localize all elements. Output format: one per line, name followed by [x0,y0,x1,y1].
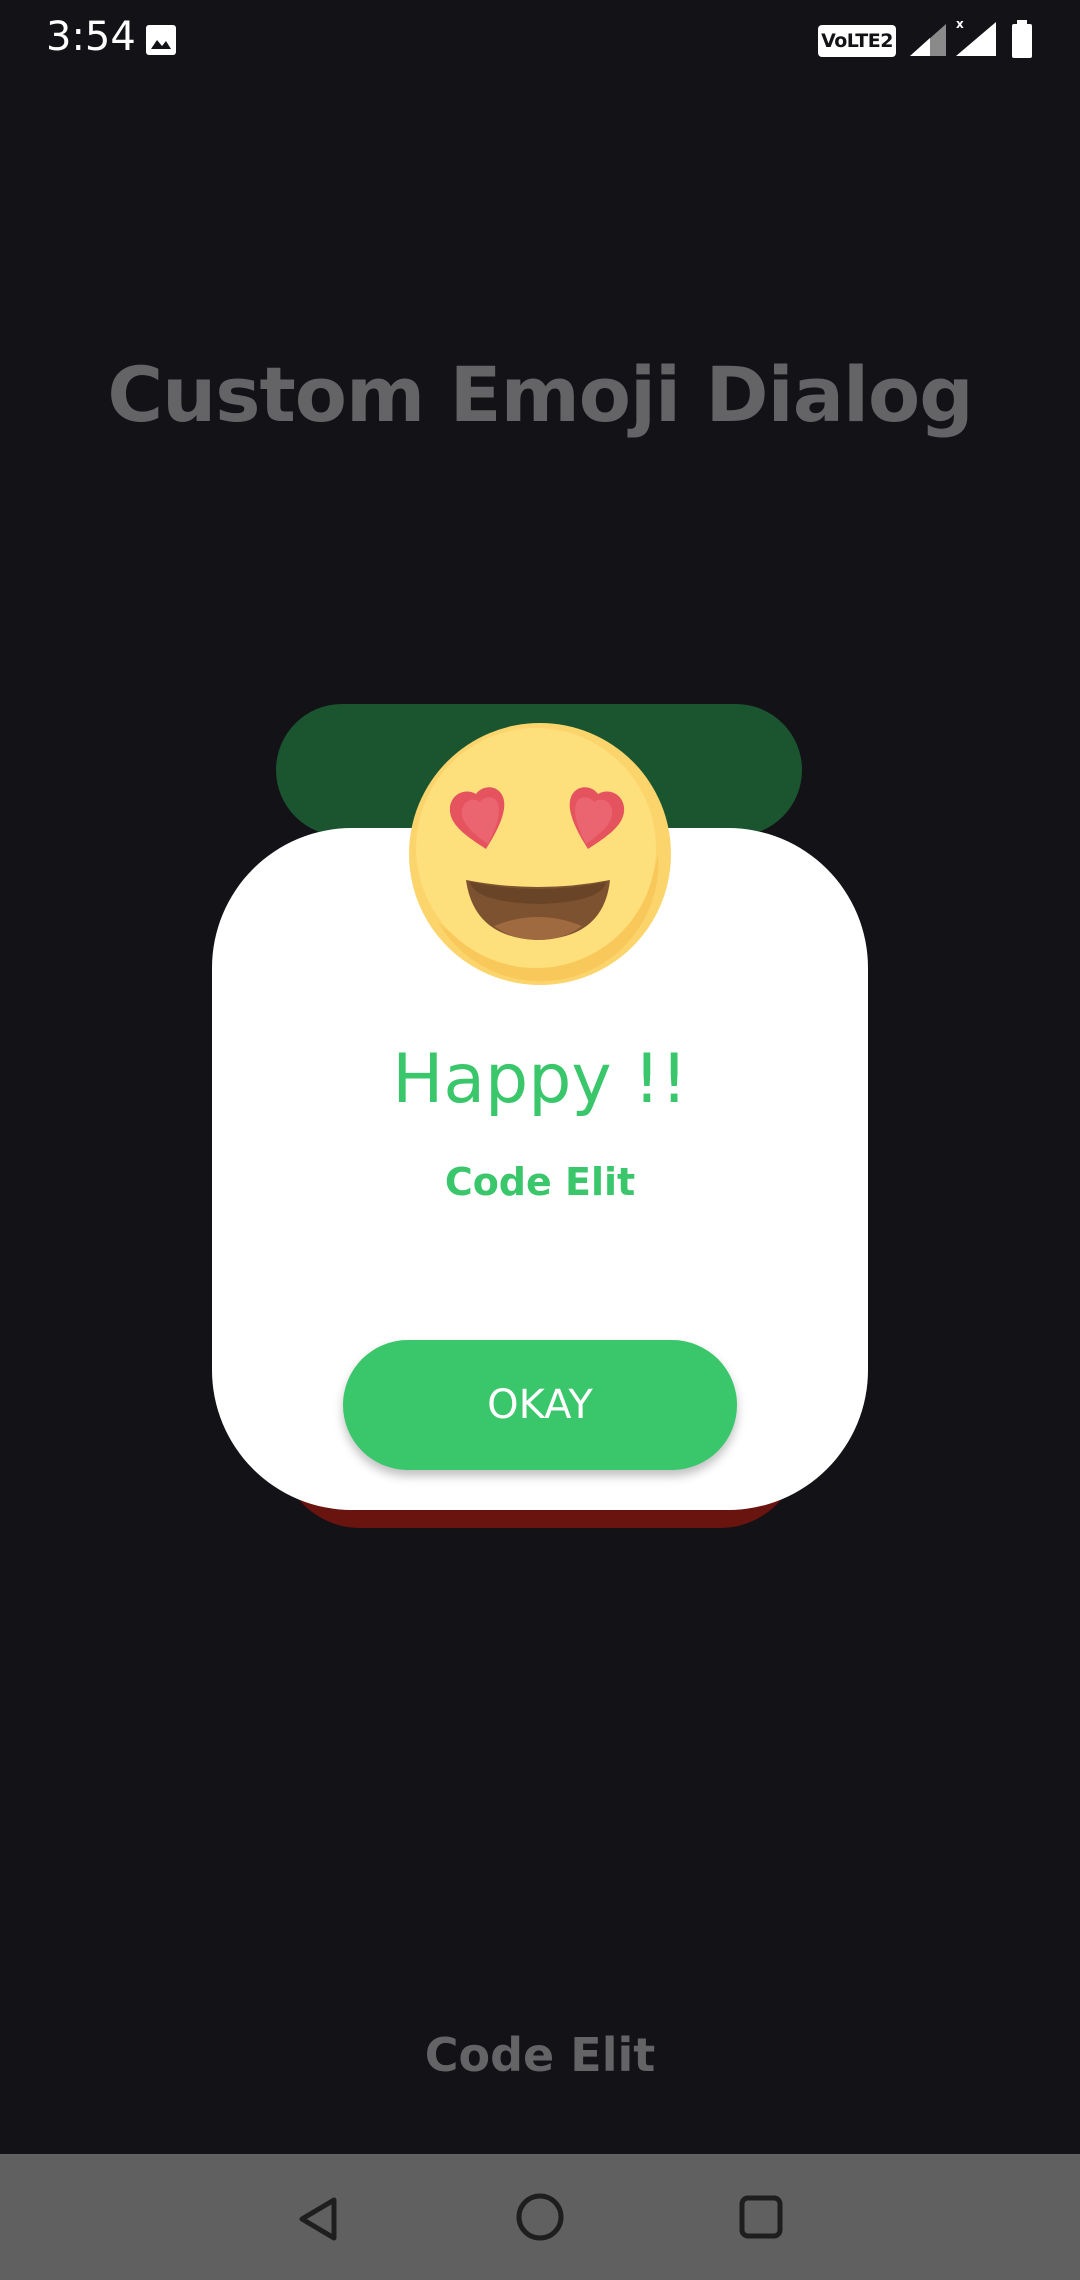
signal-icon [910,24,946,56]
navigation-bar [0,2154,1080,2280]
screen: 3:54 VoLTE2 x Custom Emoji Dialog Happy … [0,0,1080,2280]
status-bar: 3:54 VoLTE2 x [0,0,1080,84]
heart-eyes-emoji-icon [409,723,671,985]
app-title: Custom Emoji Dialog [107,350,973,439]
footer-brand: Code Elit [424,2028,656,2082]
svg-text:x: x [956,17,964,31]
dialog-title: Happy !! [392,1040,688,1119]
signal-x-icon: x [956,17,996,56]
recents-icon[interactable] [738,2194,784,2240]
home-icon[interactable] [514,2191,566,2243]
volte-badge: VoLTE2 [818,25,896,57]
status-time: 3:54 [46,14,136,60]
okay-button[interactable]: OKAY [343,1340,737,1470]
back-icon[interactable] [294,2194,344,2244]
gallery-icon [146,25,176,55]
dialog-subtitle: Code Elit [444,1160,636,1204]
battery-icon [1012,20,1032,58]
